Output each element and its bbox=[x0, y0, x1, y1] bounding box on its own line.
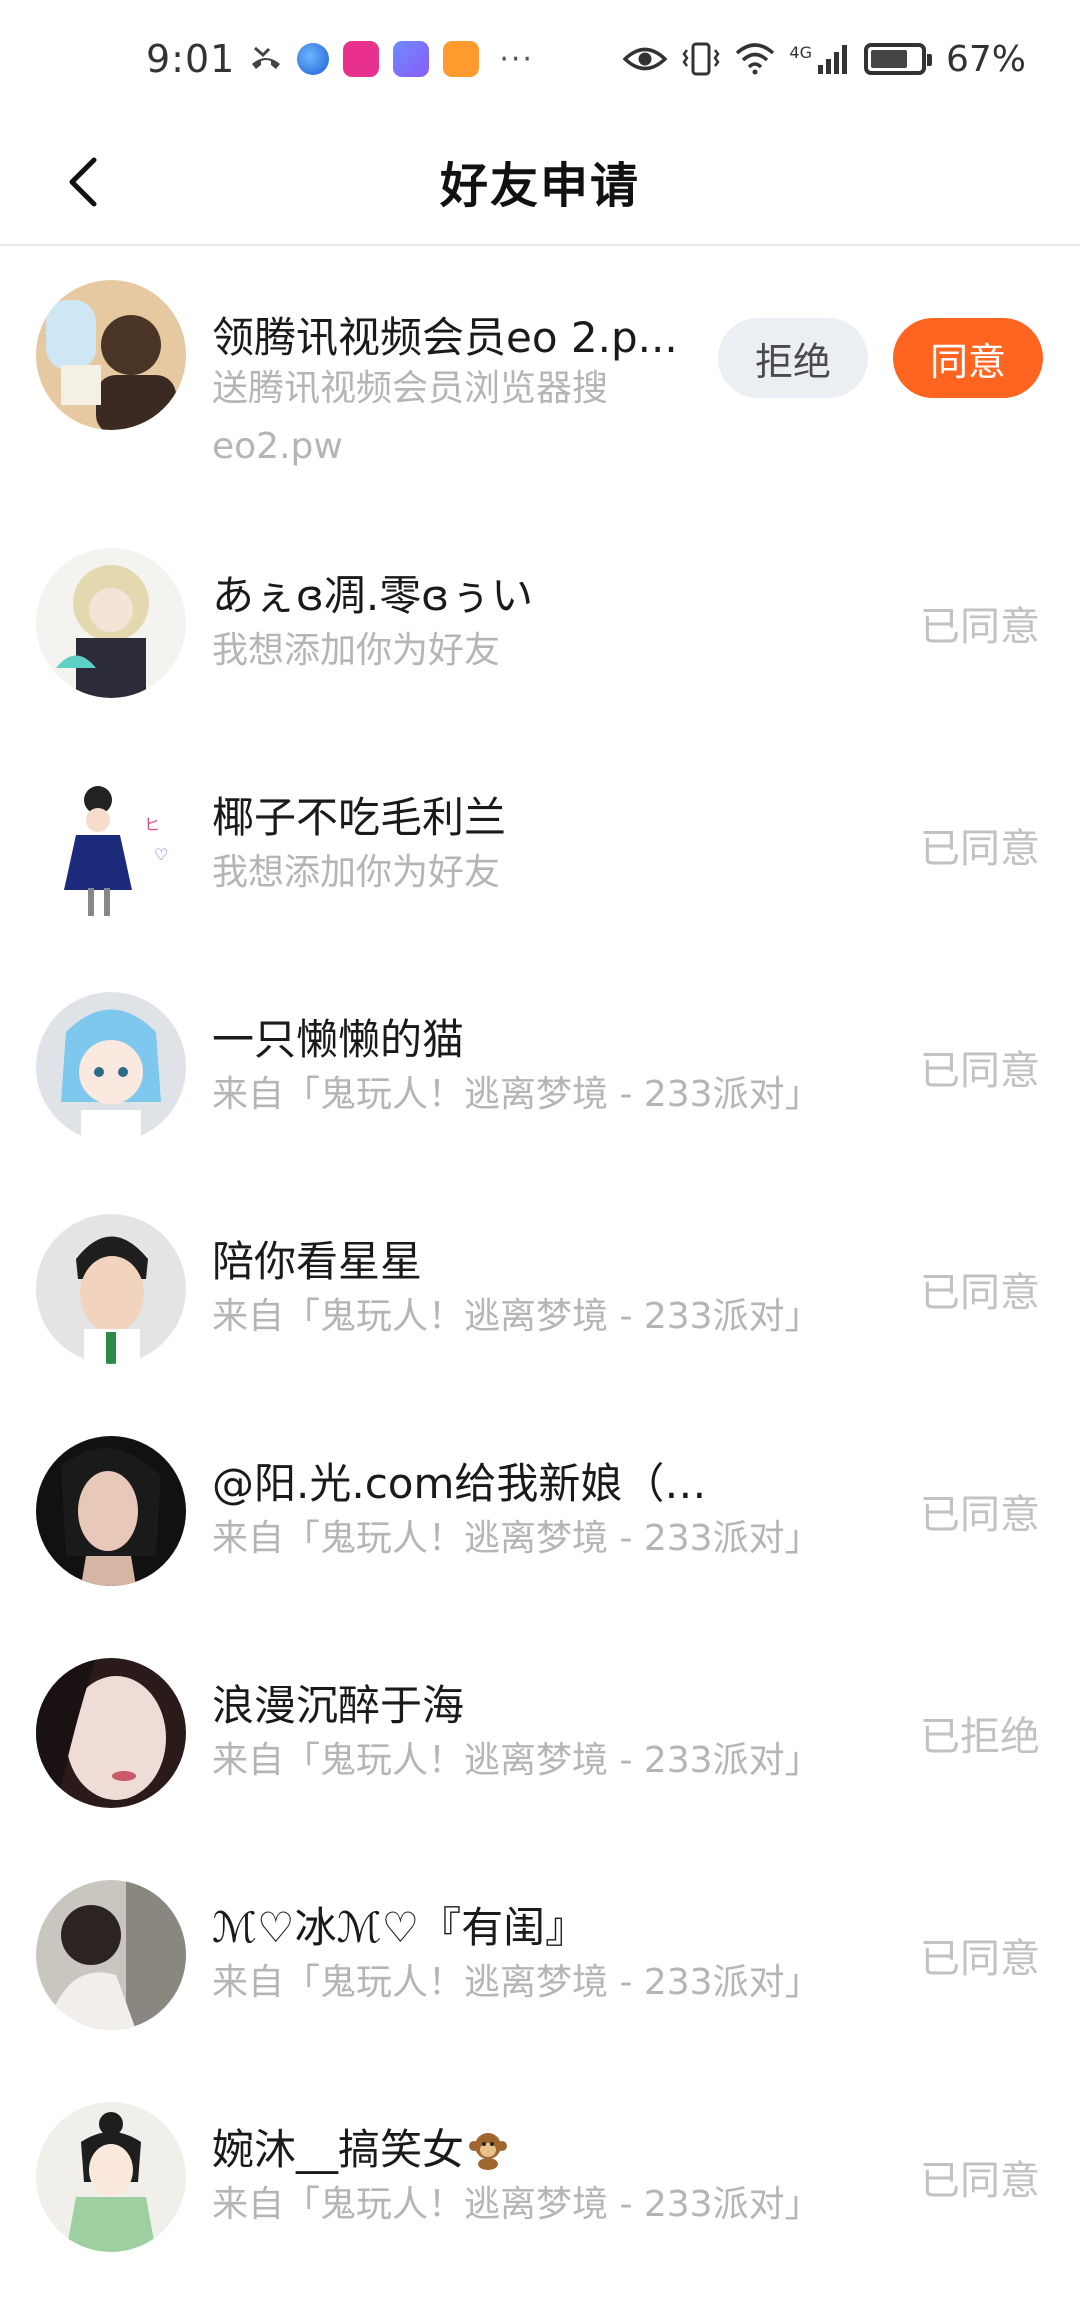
list-item[interactable]: @阳.光.com给我新娘（没对象 来自「鬼玩人！逃离梦境 - 233派对」 已同… bbox=[0, 1400, 1080, 1622]
status-label: 已同意 bbox=[920, 1936, 1040, 1982]
status-label: 已同意 bbox=[920, 1048, 1040, 1094]
avatar[interactable] bbox=[36, 1214, 186, 1364]
browser-app-icon bbox=[297, 43, 330, 75]
requester-name: あぇɞ凋.零ɞぅい bbox=[212, 571, 534, 620]
avatar[interactable] bbox=[36, 2102, 186, 2252]
list-item[interactable]: 陪你看星星 来自「鬼玩人！逃离梦境 - 233派对」 已同意 bbox=[0, 1178, 1080, 1400]
reject-button[interactable]: 拒绝 bbox=[718, 318, 868, 398]
friend-request-list: 领腾讯视频会员eo 2.p... 送腾讯视频会员浏览器搜eo2.pw 拒绝 同意… bbox=[0, 248, 1080, 2288]
request-message: 来自「鬼玩人！逃离梦境 - 233派对」 bbox=[212, 1962, 821, 2003]
back-button[interactable] bbox=[44, 142, 124, 222]
requester-name: 婉沐__搞笑女 bbox=[212, 2116, 712, 2177]
list-item[interactable]: 婉沐__搞笑女 来自「鬼玩人！逃离梦境 - 233派对」 已同意 bbox=[0, 2066, 1080, 2288]
list-item[interactable]: 浪漫沉醉于海 来自「鬼玩人！逃离梦境 - 233派对」 已拒绝 bbox=[0, 1622, 1080, 1844]
avatar[interactable] bbox=[36, 992, 186, 1142]
status-bar-right: 4G 67% bbox=[623, 39, 1026, 80]
requester-name: 浪漫沉醉于海 bbox=[212, 1681, 465, 1730]
requester-name: @阳.光.com给我新娘（没对象 bbox=[212, 1459, 712, 1508]
wifi-icon bbox=[736, 43, 775, 75]
avatar[interactable] bbox=[36, 548, 186, 698]
avatar[interactable] bbox=[36, 1658, 186, 1808]
status-label: 已同意 bbox=[920, 826, 1040, 872]
request-message: 来自「鬼玩人！逃离梦境 - 233派对」 bbox=[212, 1074, 821, 1115]
request-message: 来自「鬼玩人！逃离梦境 - 233派对」 bbox=[212, 1740, 821, 1781]
status-label: 已同意 bbox=[920, 604, 1040, 650]
chevron-left-icon bbox=[69, 157, 97, 207]
battery-percent: 67% bbox=[945, 38, 1026, 80]
list-item[interactable]: あぇɞ凋.零ɞぅい 我想添加你为好友 已同意 bbox=[0, 512, 1080, 734]
avatar[interactable] bbox=[36, 280, 186, 430]
requester-name: 一只懒懒的猫 bbox=[212, 1015, 465, 1064]
eye-icon bbox=[623, 47, 668, 71]
battery-icon bbox=[863, 43, 932, 75]
status-bar: 9:01 ··· 4G 67% bbox=[0, 0, 1080, 118]
requester-name: 椰子不吃毛利兰 bbox=[212, 793, 507, 842]
shop-app-icon bbox=[343, 41, 380, 77]
list-item[interactable]: 领腾讯视频会员eo 2.p... 送腾讯视频会员浏览器搜eo2.pw 拒绝 同意 bbox=[0, 248, 1080, 512]
nav-bar: 好友申请 bbox=[0, 118, 1080, 246]
study-app-icon bbox=[393, 41, 430, 77]
status-bar-left: 9:01 ··· bbox=[146, 37, 534, 81]
page-title: 好友申请 bbox=[439, 158, 640, 214]
status-label: 已同意 bbox=[920, 2158, 1040, 2204]
monkey-emoji-icon bbox=[469, 2133, 508, 2170]
avatar[interactable]: ヒ ♡ bbox=[36, 770, 186, 920]
video-app-icon bbox=[443, 41, 480, 77]
avatar[interactable] bbox=[36, 1436, 186, 1586]
list-item[interactable]: 一只懒懒的猫 来自「鬼玩人！逃离梦境 - 233派对」 已同意 bbox=[0, 956, 1080, 1178]
signal-icon bbox=[817, 45, 847, 74]
requester-name: 领腾讯视频会员eo 2.p... bbox=[212, 313, 678, 362]
more-notifications-icon: ··· bbox=[499, 41, 534, 77]
request-message: 送腾讯视频会员浏览器搜eo2.pw bbox=[212, 368, 609, 467]
request-message: 我想添加你为好友 bbox=[212, 630, 501, 671]
status-label: 已同意 bbox=[920, 1270, 1040, 1316]
missed-call-icon bbox=[252, 46, 281, 69]
status-label: 已同意 bbox=[920, 1492, 1040, 1538]
accept-button[interactable]: 同意 bbox=[893, 318, 1043, 398]
avatar[interactable] bbox=[36, 1880, 186, 2030]
list-item[interactable]: ℳ♡冰ℳ♡『有闺』 来自「鬼玩人！逃离梦境 - 233派对」 已同意 bbox=[0, 1844, 1080, 2066]
vibrate-icon bbox=[682, 42, 720, 76]
request-message: 来自「鬼玩人！逃离梦境 - 233派对」 bbox=[212, 1296, 821, 1337]
list-item[interactable]: ヒ ♡ 椰子不吃毛利兰 我想添加你为好友 已同意 bbox=[0, 734, 1080, 956]
status-time: 9:01 bbox=[146, 37, 236, 81]
svg-text:♡: ♡ bbox=[154, 845, 168, 864]
request-message: 来自「鬼玩人！逃离梦境 - 233派对」 bbox=[212, 2184, 821, 2225]
request-message: 来自「鬼玩人！逃离梦境 - 233派对」 bbox=[212, 1518, 821, 1559]
request-message: 我想添加你为好友 bbox=[212, 852, 501, 893]
requester-name: ℳ♡冰ℳ♡『有闺』 bbox=[212, 1903, 588, 1952]
status-label: 已拒绝 bbox=[920, 1714, 1040, 1760]
requester-name: 陪你看星星 bbox=[212, 1237, 423, 1286]
network-type: 4G bbox=[789, 42, 812, 62]
svg-text:ヒ: ヒ bbox=[144, 815, 160, 834]
requester-name-text: 婉沐__搞笑女 bbox=[212, 2125, 465, 2174]
